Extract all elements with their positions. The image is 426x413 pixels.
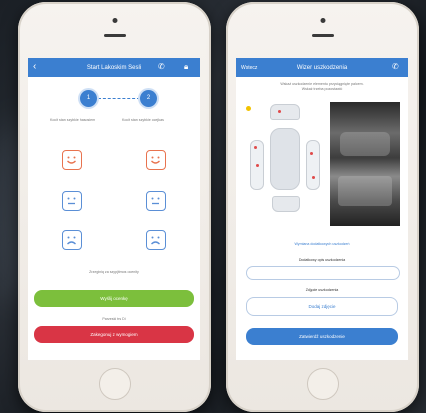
additional-damage-link[interactable]: Wymiana dodatkowych uszkodzeń [236,242,408,246]
car-right-side[interactable] [306,140,320,190]
rating-neutral-right[interactable] [146,191,166,211]
description-label: Dodatkowy opis uszkodzenia [298,258,346,262]
lock-icon[interactable]: 🔒︎ [184,61,188,73]
happy-face-icon [67,156,76,164]
front-camera [112,18,117,23]
stepper-line [98,98,140,99]
phone-left: ‹ Start Lakoskim Sesli ✆ 🔒︎ 1 2 Kocit st… [18,2,211,412]
damage-marker[interactable] [278,110,281,113]
step-2-label: Kocit stan szybkie ocejkas [122,118,164,122]
phone-icon[interactable]: ✆ [392,61,399,73]
navbar: Wstecz Wizer uszkodzenia ✆ [236,58,408,77]
step-1[interactable]: 1 [80,90,97,107]
submit-damage-button[interactable]: Zatwierdź uszkodzenie [246,328,398,345]
photo-detail [338,176,392,206]
neutral-face-icon [151,197,160,205]
home-button[interactable] [306,368,339,400]
damage-marker[interactable] [312,176,315,179]
speaker-grille [311,34,334,37]
front-camera [320,18,325,23]
step-1-label: Kocit stan szybkie hasosiem [50,118,96,122]
secondary-caption: Parzeski trs Di [102,317,126,321]
car-front-view[interactable] [270,104,300,120]
rating-sad-right[interactable] [146,230,166,250]
rating-happy-right[interactable] [146,150,166,170]
description-input[interactable] [246,266,400,280]
car-diagram[interactable] [248,102,326,214]
car-rear-view[interactable] [272,196,300,212]
home-button[interactable] [98,368,131,400]
screen-damage: Wstecz Wizer uszkodzenia ✆ Wskaż uszkodz… [236,58,408,360]
photo-label: Zdjęcie uszkodzenia [305,288,339,292]
phone-right: Wstecz Wizer uszkodzenia ✆ Wskaż uszkodz… [226,2,419,412]
rating-sad-left[interactable] [62,230,82,250]
add-photo-button[interactable]: Dodaj zdjęcie [246,297,398,316]
damage-marker[interactable] [254,146,257,149]
rating-happy-left[interactable] [62,150,82,170]
rating-neutral-left[interactable] [62,191,82,211]
instruction-text-2: Wskaż trzeba pozostawić [301,87,343,91]
finish-button[interactable]: Zakegonuj z wymogiem [34,326,194,343]
sad-face-icon [67,236,76,245]
navbar: ‹ Start Lakoskim Sesli ✆ 🔒︎ [28,58,200,77]
rating-notice: Zrzeginiq za szypjitmos ocenity [89,270,139,274]
happy-face-icon [151,156,160,164]
sad-face-icon [151,236,160,245]
photo-detail [340,132,390,156]
send-rating-button[interactable]: Wyślij ocenkę [34,290,194,307]
damage-photo[interactable] [330,102,400,226]
speaker-grille [103,34,126,37]
nav-title: Start Lakoskim Sesli [86,64,142,71]
neutral-face-icon [67,197,76,205]
step-2[interactable]: 2 [140,90,157,107]
phone-icon[interactable]: ✆ [158,61,165,73]
car-top-view[interactable] [270,128,300,190]
nav-title: Wizer uszkodzenia [296,64,348,71]
damage-marker[interactable] [310,152,313,155]
instruction-text: Wskaż uszkodzenie elementu przyciągnięte… [280,82,364,86]
screen-rating: ‹ Start Lakoskim Sesli ✆ 🔒︎ 1 2 Kocit st… [28,58,200,360]
damage-marker[interactable] [256,164,259,167]
